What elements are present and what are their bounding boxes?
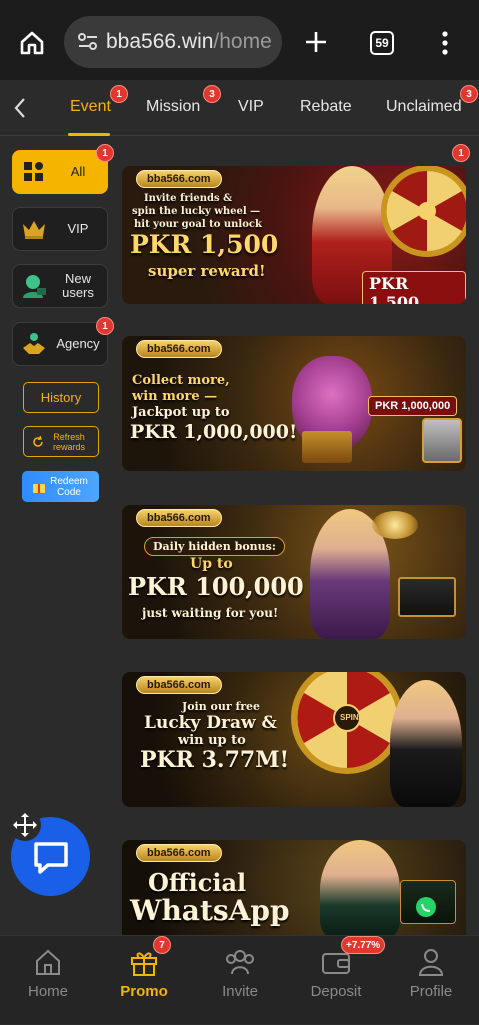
nav-home[interactable]: Home <box>0 936 96 1025</box>
tab-event-badge: 1 <box>110 85 128 103</box>
handshake-icon <box>19 329 49 359</box>
banner-amount: PKR 3.77M! <box>140 747 290 773</box>
nav-promo-badge: 7 <box>153 936 171 954</box>
tab-switcher-button[interactable]: 59 <box>370 31 394 55</box>
sidebar-item-agency[interactable]: Agency <box>12 322 108 366</box>
promo-banner-invite-wheel[interactable]: bba566.com Invite friends & spin the luc… <box>122 166 466 304</box>
nav-label: Invite <box>222 983 258 1000</box>
back-arrow-icon[interactable] <box>13 97 27 119</box>
tab-unclaimed[interactable]: Unclaimed <box>386 98 462 116</box>
refresh-rewards-label: Refresh rewards <box>52 431 85 452</box>
banner-text: hit your goal to unlock <box>134 219 262 230</box>
banner-text: Join our free <box>182 700 261 713</box>
active-tab-indicator <box>68 133 110 136</box>
sidebar-item-all[interactable]: All <box>12 150 108 194</box>
promo-banner-whatsapp[interactable]: bba566.com Official WhatsApp <box>122 840 466 940</box>
sidebar-all-badge: 1 <box>96 144 114 162</box>
sidebar-item-new-users[interactable]: New users <box>12 264 108 308</box>
banner-text: Up to <box>190 556 233 572</box>
banner-amount: PKR 1,000,000! <box>130 421 298 443</box>
slot-machine-image <box>422 418 462 463</box>
banner-amount: PKR 1,500 <box>130 230 279 259</box>
tab-mission-badge: 3 <box>203 85 221 103</box>
gift-box-image <box>302 431 352 463</box>
nav-label: Deposit <box>310 983 362 1000</box>
sidebar-item-vip[interactable]: VIP <box>12 207 108 251</box>
nav-label: Profile <box>409 983 453 1000</box>
sidebar-item-label: All <box>70 164 86 179</box>
nav-label: Home <box>27 983 68 1000</box>
banner-text: Official <box>148 868 247 897</box>
banner-logo: bba566.com <box>136 340 222 358</box>
refresh-icon <box>33 435 43 447</box>
redeem-code-label: Redeem Code <box>50 475 88 498</box>
bottom-navigation: Home Promo 7 Invite Deposit +7.77% Profi… <box>0 935 479 1024</box>
banner-logo: bba566.com <box>136 170 222 188</box>
home-icon <box>31 945 65 979</box>
banner-logo: bba566.com <box>136 844 222 862</box>
crown-icon <box>19 214 49 244</box>
banner-text: win more — <box>132 389 218 404</box>
home-icon[interactable] <box>19 30 45 56</box>
banner-text: just waiting for you! <box>142 606 279 620</box>
banner-logo: bba566.com <box>136 509 222 527</box>
banner-text: Lucky Draw & <box>144 713 277 733</box>
banner-text: Jackpot up to <box>132 405 230 420</box>
refresh-rewards-button[interactable]: Refresh rewards <box>23 426 99 457</box>
banner-text: super reward! <box>148 262 266 280</box>
lucky-wheel-icon <box>381 166 466 257</box>
tab-unclaimed-badge: 3 <box>460 85 478 103</box>
nav-label: Promo <box>120 983 168 1000</box>
promo-tab-bar: Event 1 Mission 3 VIP Rebate Unclaimed 3 <box>0 80 479 136</box>
nav-invite[interactable]: Invite <box>192 936 288 1025</box>
banner-text: Daily hidden bonus: <box>144 537 285 556</box>
treasure-chest-image <box>398 577 456 617</box>
tab-rebate[interactable]: Rebate <box>300 98 352 116</box>
tab-mission[interactable]: Mission <box>146 98 200 116</box>
banner-model-image <box>390 680 462 807</box>
sidebar-item-label: VIP <box>67 221 89 236</box>
invite-icon <box>223 945 257 979</box>
new-tab-icon[interactable] <box>304 30 328 54</box>
banner-model-image <box>320 840 400 940</box>
banner-text: Collect more, <box>132 373 230 388</box>
url-text: bba566.win/home <box>106 30 272 53</box>
nav-profile[interactable]: Profile <box>383 936 479 1025</box>
history-button[interactable]: History <box>23 382 99 413</box>
nav-promo[interactable]: Promo <box>96 936 192 1025</box>
banner-prize-chip: PKR 1,500 <box>362 271 466 304</box>
tab-vip[interactable]: VIP <box>238 98 264 116</box>
banner-badge: 1 <box>452 144 470 162</box>
promo-banner-daily-bonus[interactable]: bba566.com Daily hidden bonus: Up to PKR… <box>122 505 466 639</box>
redeem-code-button[interactable]: Redeem Code <box>22 471 99 502</box>
more-menu-icon[interactable] <box>441 30 449 56</box>
banner-prize-chip: PKR 1,000,000 <box>368 396 458 416</box>
sidebar-agency-badge: 1 <box>96 317 114 335</box>
banner-text: WhatsApp <box>130 894 290 927</box>
sidebar-item-label: New users <box>62 271 94 300</box>
chandelier-image <box>372 511 418 539</box>
gift-card-icon <box>33 483 45 493</box>
banner-text: Invite friends & <box>144 193 233 204</box>
whatsapp-icon <box>416 897 436 917</box>
spin-wheel-icon <box>291 672 403 774</box>
site-settings-icon[interactable] <box>78 33 98 51</box>
sidebar-item-label: Agency <box>56 336 100 351</box>
address-bar[interactable]: bba566.win/home <box>64 16 282 68</box>
tab-event[interactable]: Event <box>70 98 111 116</box>
promo-banner-jackpot[interactable]: bba566.com Collect more, win more — Jack… <box>122 336 466 471</box>
banner-logo: bba566.com <box>136 676 222 694</box>
browser-toolbar: bba566.win/home 59 <box>0 0 479 80</box>
banner-text: win up to <box>178 733 246 748</box>
nav-deposit-badge: +7.77% <box>341 936 386 954</box>
drag-move-icon[interactable] <box>8 808 42 842</box>
new-user-icon <box>19 271 49 301</box>
banner-text: spin the lucky wheel — <box>132 206 261 217</box>
banner-amount: PKR 100,000 <box>128 572 304 601</box>
grid-icon <box>19 157 49 187</box>
profile-icon <box>414 945 448 979</box>
promo-banner-lucky-draw[interactable]: bba566.com Join our free Lucky Draw & wi… <box>122 672 466 807</box>
chat-bubble-icon <box>33 841 68 874</box>
spin-wheel-label: SPIN <box>340 713 359 722</box>
